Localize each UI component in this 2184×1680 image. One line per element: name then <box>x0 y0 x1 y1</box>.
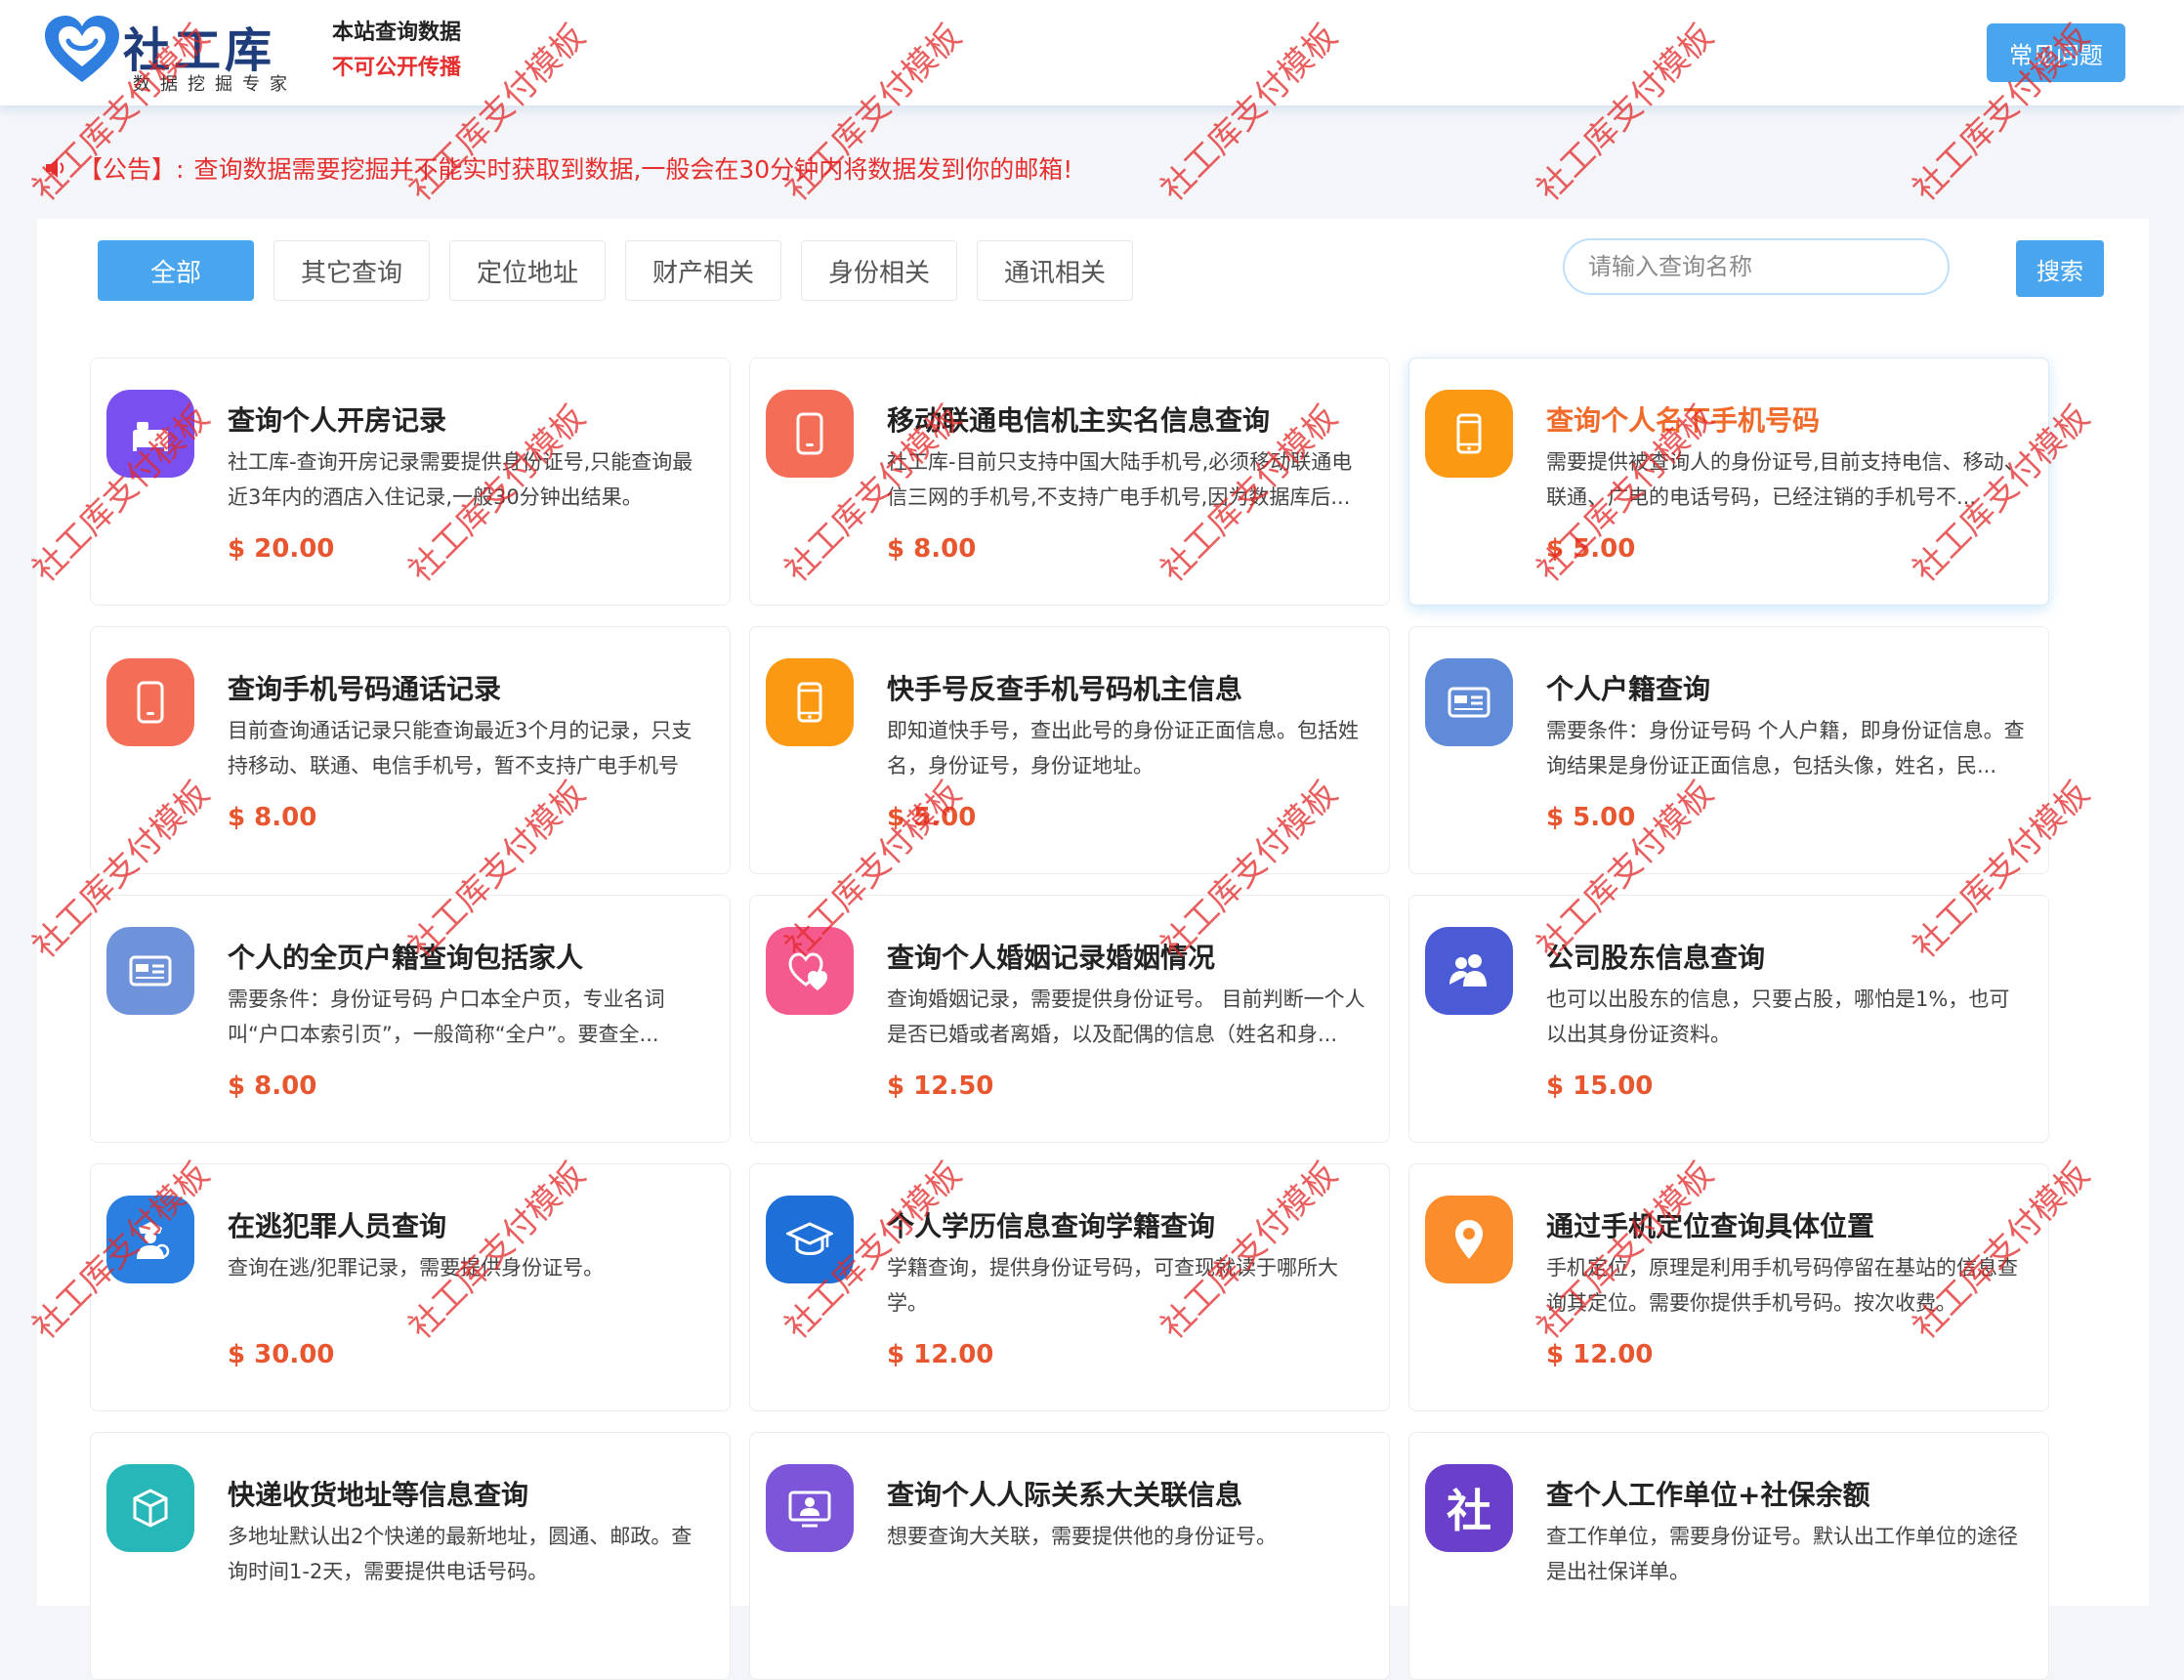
service-description: 需要条件：身份证号码 户口本全户页，专业名词叫“户口本索引页”，一般简称“全户”… <box>228 987 665 1046</box>
service-title[interactable]: 查询个人开房记录 <box>228 399 446 439</box>
service-price: $ 12.50 <box>887 1071 994 1101</box>
announcement-tag: 【公告】: <box>78 155 185 184</box>
id-card-icon <box>1425 658 1513 746</box>
mobile-icon <box>766 658 854 746</box>
search-input[interactable] <box>1563 238 1950 295</box>
service-card[interactable]: 查询个人婚姻记录婚姻情况查询婚姻记录，需要提供身份证号。 目前判断一个人是否已婚… <box>749 895 1390 1143</box>
service-card[interactable]: 移动联通电信机主实名信息查询社工库-目前只支持中国大陆手机号,必须移动联通电信三… <box>749 357 1390 606</box>
service-title[interactable]: 查个人工作单位+社保余额 <box>1546 1474 1869 1513</box>
tab-property[interactable]: 财产相关 <box>625 240 781 301</box>
service-description: 目前查询通话记录只能查询最近3个月的记录，只支持移动、联通、电信手机号，暂不支持… <box>228 719 693 777</box>
service-description: 即知道快手号，查出此号的身份证正面信息。包括姓名，身份证号，身份证地址。 <box>887 719 1359 777</box>
service-description: 社工库-目前只支持中国大陆手机号,必须移动联通电信三网的手机号,不支持广电手机号… <box>887 450 1353 509</box>
category-tabs: 全部 其它查询 定位地址 财产相关 身份相关 通讯相关 <box>98 240 1153 301</box>
service-price: $ 5.00 <box>887 803 977 832</box>
service-description: 多地址默认出2个快递的最新地址，圆通、邮政。查询时间1-2天，需要提供电话号码。 <box>228 1525 693 1583</box>
tab-identity[interactable]: 身份相关 <box>801 240 957 301</box>
service-title[interactable]: 在逃犯罪人员查询 <box>228 1205 446 1244</box>
service-description: 需要条件：身份证号码 个人户籍，即身份证信息。查询结果是身份证正面信息，包括头像… <box>1546 719 2025 777</box>
service-title[interactable]: 个人学历信息查询学籍查询 <box>887 1205 1215 1244</box>
hotel-icon <box>106 390 194 478</box>
service-description: 想要查询大关联，需要提供他的身份证号。 <box>887 1525 1277 1548</box>
service-description: 查询在逃/犯罪记录，需要提供身份证号。 <box>228 1256 605 1280</box>
service-card[interactable]: 查询个人人际关系大关联信息想要查询大关联，需要提供他的身份证号。 <box>749 1432 1390 1680</box>
service-title[interactable]: 查询个人名下手机号码 <box>1546 399 1820 439</box>
service-card[interactable]: 个人学历信息查询学籍查询学籍查询，提供身份证号码，可查现就读于哪所大学。 $ 12… <box>749 1163 1390 1411</box>
service-description: 查工作单位，需要身份证号。默认出工作单位的途径是出社保详单。 <box>1546 1525 2018 1583</box>
announcement-bar: 【公告】: 查询数据需要挖掘并不能实时获取到数据,一般会在30分钟内将数据发到你… <box>43 148 1072 188</box>
service-description: 查询婚姻记录，需要提供身份证号。 目前判断一个人是否已婚或者离婚，以及配偶的信息… <box>887 987 1365 1046</box>
tab-communication[interactable]: 通讯相关 <box>977 240 1133 301</box>
service-price: $ 5.00 <box>1546 803 1636 832</box>
phone-icon <box>766 390 854 478</box>
service-title[interactable]: 查询个人人际关系大关联信息 <box>887 1474 1242 1513</box>
service-card[interactable]: 公司股东信息查询也可以出股东的信息，只要占股，哪怕是1%，也可以出其身份证资料。… <box>1408 895 2049 1143</box>
service-card[interactable]: 社查个人工作单位+社保余额查工作单位，需要身份证号。默认出工作单位的途径是出社保… <box>1408 1432 2049 1680</box>
service-price: $ 8.00 <box>228 1071 317 1101</box>
announcement-text: 查询数据需要挖掘并不能实时获取到数据,一般会在30分钟内将数据发到你的邮箱! <box>193 155 1073 184</box>
service-card[interactable]: 查询个人开房记录社工库-查询开房记录需要提供身份证号,只能查询最近3年内的酒店入… <box>90 357 731 606</box>
service-card[interactable]: 个人的全页户籍查询包括家人需要条件：身份证号码 户口本全户页，专业名词叫“户口本… <box>90 895 731 1143</box>
service-price: $ 8.00 <box>887 534 977 564</box>
service-description: 社工库-查询开房记录需要提供身份证号,只能查询最近3年内的酒店入住记录,一般30… <box>228 450 693 509</box>
service-card[interactable]: 快递收货地址等信息查询多地址默认出2个快递的最新地址，圆通、邮政。查询时间1-2… <box>90 1432 731 1680</box>
service-title[interactable]: 公司股东信息查询 <box>1546 937 1765 976</box>
service-card[interactable]: 快手号反查手机号码机主信息即知道快手号，查出此号的身份证正面信息。包括姓名，身份… <box>749 626 1390 874</box>
site-notice: 本站查询数据 不可公开传播 <box>332 16 461 86</box>
service-card[interactable]: 通过手机定位查询具体位置手机定位，原理是利用手机号码停留在基站的信息查询其定位。… <box>1408 1163 2049 1411</box>
tab-location[interactable]: 定位地址 <box>449 240 606 301</box>
shareholder-icon <box>1425 927 1513 1015</box>
speaker-icon <box>46 158 64 178</box>
main-panel: 全部 其它查询 定位地址 财产相关 身份相关 通讯相关 搜索 查询个人开房记录社… <box>37 219 2149 1680</box>
logo-subtitle: 数据挖掘专家 <box>133 74 297 95</box>
service-title[interactable]: 个人户籍查询 <box>1546 668 1710 707</box>
id-card-icon <box>106 927 194 1015</box>
service-description: 也可以出股东的信息，只要占股，哪怕是1%，也可以出其身份证资料。 <box>1546 987 2010 1046</box>
service-title[interactable]: 个人的全页户籍查询包括家人 <box>228 937 583 976</box>
service-title[interactable]: 移动联通电信机主实名信息查询 <box>887 399 1270 439</box>
service-card[interactable]: 查询个人名下手机号码需要提供被查询人的身份证号,目前支持电信、移动、联通、广电的… <box>1408 357 2049 606</box>
search-button[interactable]: 搜索 <box>2016 240 2104 297</box>
search-area: 搜索 <box>1563 238 2104 297</box>
service-title[interactable]: 查询手机号码通话记录 <box>228 668 501 707</box>
faq-button[interactable]: 常见问题 <box>1987 23 2125 82</box>
tab-all[interactable]: 全部 <box>98 240 254 301</box>
she-icon: 社 <box>1425 1464 1513 1552</box>
service-price: $ 15.00 <box>1546 1071 1654 1101</box>
site-logo[interactable]: 社工库 数据挖掘专家 <box>43 12 307 95</box>
service-price: $ 12.00 <box>1546 1340 1654 1369</box>
tab-other-queries[interactable]: 其它查询 <box>273 240 430 301</box>
service-card[interactable]: 查询手机号码通话记录目前查询通话记录只能查询最近3个月的记录，只支持移动、联通、… <box>90 626 731 874</box>
service-description: 手机定位，原理是利用手机号码停留在基站的信息查询其定位。需要你提供手机号码。按次… <box>1546 1256 2018 1315</box>
service-description: 需要提供被查询人的身份证号,目前支持电信、移动、联通、广电的电话号码，已经注销的… <box>1546 450 2025 509</box>
location-pin-icon <box>1425 1196 1513 1283</box>
service-title[interactable]: 通过手机定位查询具体位置 <box>1546 1205 1874 1244</box>
package-icon <box>106 1464 194 1552</box>
service-title[interactable]: 快手号反查手机号码机主信息 <box>887 668 1242 707</box>
service-description: 学籍查询，提供身份证号码，可查现就读于哪所大学。 <box>887 1256 1338 1315</box>
service-price: $ 8.00 <box>228 803 317 832</box>
hearts-icon <box>766 927 854 1015</box>
service-card[interactable]: 在逃犯罪人员查询查询在逃/犯罪记录，需要提供身份证号。 $ 30.00 <box>90 1163 731 1411</box>
profile-screen-icon <box>766 1464 854 1552</box>
service-title[interactable]: 查询个人婚姻记录婚姻情况 <box>887 937 1215 976</box>
site-note-line1: 本站查询数据 <box>332 21 462 45</box>
top-header: 社工库 数据挖掘专家 本站查询数据 不可公开传播 常见问题 <box>0 0 2184 105</box>
site-note-line2: 不可公开传播 <box>332 56 462 80</box>
service-price: $ 30.00 <box>228 1340 335 1369</box>
police-icon <box>106 1196 194 1283</box>
graduation-cap-icon <box>766 1196 854 1283</box>
service-card[interactable]: 个人户籍查询需要条件：身份证号码 个人户籍，即身份证信息。查询结果是身份证正面信… <box>1408 626 2049 874</box>
heart-logo-icon <box>45 16 119 82</box>
service-title[interactable]: 快递收货地址等信息查询 <box>228 1474 528 1513</box>
service-price: $ 12.00 <box>887 1340 994 1369</box>
phone-icon <box>106 658 194 746</box>
mobile-icon <box>1425 390 1513 478</box>
service-price: $ 20.00 <box>228 534 335 564</box>
service-price: $ 5.00 <box>1546 534 1636 564</box>
